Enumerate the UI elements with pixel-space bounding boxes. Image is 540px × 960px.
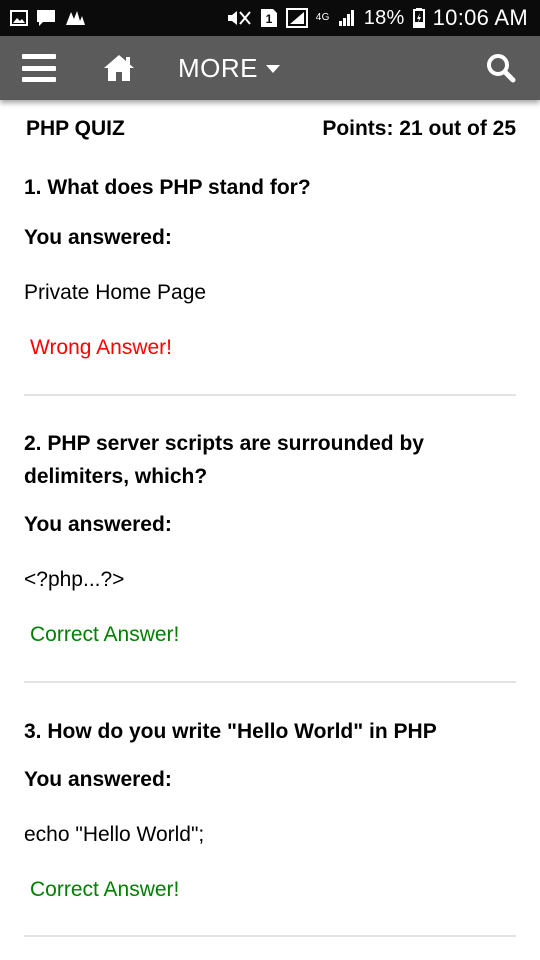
- notification-icons: [10, 9, 86, 27]
- message-notification-icon: [36, 9, 56, 27]
- user-answer: Private Home Page: [24, 281, 207, 304]
- clock: 10:06 AM: [432, 5, 528, 30]
- gallery-notification-icon: [10, 10, 28, 26]
- user-answer: echo "Hello World";: [24, 823, 205, 846]
- home-icon[interactable]: [102, 53, 136, 83]
- you-answered-label: You answered:: [24, 768, 172, 791]
- app-bar: MORE: [0, 36, 540, 100]
- svg-text:1: 1: [265, 12, 272, 26]
- points-summary: Points: 21 out of 25: [322, 117, 516, 140]
- network-type: 4G: [315, 12, 330, 23]
- divider: [24, 394, 516, 396]
- more-label: MORE: [178, 52, 258, 83]
- question-result: 3. How do you write "Hello World" in PHP…: [24, 715, 516, 902]
- signal-icon: [338, 9, 356, 27]
- user-answer: <?php...?>: [24, 568, 125, 591]
- divider: [24, 935, 516, 937]
- question-text: 1. What does PHP stand for?: [24, 176, 311, 199]
- hamburger-menu-icon[interactable]: [22, 54, 56, 82]
- question-text: 2. PHP server scripts are surrounded by …: [24, 432, 424, 488]
- quiz-results: PHP QUIZ Points: 21 out of 25 1. What do…: [24, 100, 516, 937]
- search-icon[interactable]: [486, 53, 516, 83]
- correct-answer-verdict: Correct Answer!: [30, 878, 180, 901]
- you-answered-label: You answered:: [24, 513, 172, 536]
- question-text: 3. How do you write "Hello World" in PHP: [24, 720, 437, 743]
- you-answered-label: You answered:: [24, 226, 172, 249]
- more-menu-button[interactable]: MORE: [178, 53, 280, 84]
- battery-percent: 18%: [363, 6, 405, 29]
- question-result: 1. What does PHP stand for? You answered…: [24, 171, 516, 360]
- divider: [24, 681, 516, 683]
- correct-answer-verdict: Correct Answer!: [30, 623, 180, 646]
- sim-icon: 1: [260, 8, 278, 28]
- quiz-title: PHP QUIZ: [26, 117, 125, 140]
- wrong-answer-verdict: Wrong Answer!: [30, 336, 173, 359]
- question-result: 2. PHP server scripts are surrounded by …: [24, 427, 516, 647]
- status-bar: 1 4G 18% 10:06 AM: [0, 0, 540, 36]
- app-notification-icon: [64, 9, 86, 27]
- quiz-header: PHP QUIZ Points: 21 out of 25: [24, 117, 516, 141]
- caret-down-icon: [266, 65, 280, 73]
- system-icons: 1 4G 18% 10:06 AM: [226, 5, 528, 31]
- mute-icon: [226, 8, 252, 28]
- signal-icon: [285, 8, 308, 28]
- battery-charging-icon: [412, 8, 425, 28]
